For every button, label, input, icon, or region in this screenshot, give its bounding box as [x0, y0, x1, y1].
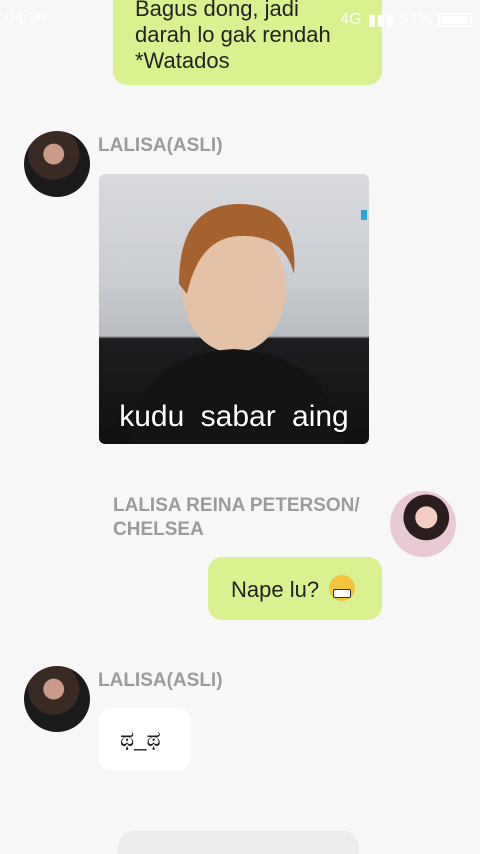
message-bubble-incoming[interactable]: ಥ_ಥ — [98, 708, 191, 771]
composer-bar[interactable] — [118, 831, 359, 854]
image-caption: kudu sabar aing — [119, 400, 349, 433]
message-bubble-outgoing[interactable]: Nape lu? — [208, 557, 382, 620]
battery-percent: 91% — [399, 11, 432, 28]
message-text: ಥ_ಥ — [120, 726, 161, 751]
status-bar: 04:56 4G ▮▮▮ 91% — [0, 0, 480, 36]
network-label: 4G — [340, 11, 362, 28]
message-line: *Watados — [135, 48, 230, 73]
battery-icon — [438, 13, 472, 27]
avatar[interactable] — [24, 666, 90, 732]
signal-icon: ▮▮▮ — [367, 12, 394, 29]
grimacing-face-icon — [329, 575, 356, 601]
status-time: 04:56 — [6, 10, 47, 27]
avatar[interactable] — [390, 491, 456, 557]
avatar[interactable] — [24, 131, 90, 197]
image-message[interactable]: kudu sabar aing — [99, 174, 369, 444]
message-text: Nape lu? — [231, 577, 320, 602]
sender-name: LALISA(ASLI) — [98, 135, 223, 156]
sender-name: LALISA REINA PETERSON/ CHELSEA — [113, 495, 360, 540]
sender-name: LALISA(ASLI) — [98, 670, 223, 691]
status-icons: 4G ▮▮▮ 91% — [340, 10, 472, 30]
